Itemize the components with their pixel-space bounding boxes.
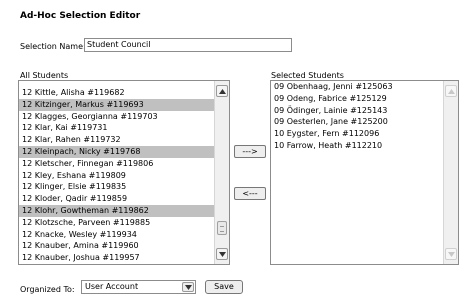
organized-to-select[interactable]: User Account — [81, 280, 196, 294]
list-item[interactable]: 12 Kley, Eshana #119809 — [19, 170, 214, 182]
chevron-down-icon — [219, 252, 226, 257]
list-item[interactable]: 12 Klar, Kai #119731 — [19, 122, 214, 134]
list-item[interactable]: 10 Eygster, Fern #112096 — [271, 128, 443, 140]
selection-name-label: Selection Name: — [20, 42, 86, 51]
scroll-down-button[interactable] — [216, 248, 228, 260]
all-students-listbox[interactable]: 12 Kittle, Alisha #119682 12 Kitzinger, M… — [18, 80, 230, 265]
selected-students-scrollbar — [443, 81, 458, 264]
list-item[interactable]: 12 Klagges, Georgianna #119703 — [19, 111, 214, 123]
list-item[interactable]: 09 Odeng, Fabrice #125129 — [271, 93, 443, 105]
organized-to-label: Organized To: — [20, 285, 75, 294]
remove-from-selected-button[interactable]: <--- — [234, 187, 266, 200]
page-title: Ad-Hoc Selection Editor — [20, 11, 141, 21]
list-item[interactable]: 09 Ödinger, Lainie #125143 — [271, 105, 443, 117]
all-students-items: 12 Kittle, Alisha #119682 12 Kitzinger, M… — [19, 81, 214, 264]
selection-name-input[interactable]: Student Council — [84, 38, 292, 52]
selected-students-listbox[interactable]: 09 Obenhaag, Jenni #125063 09 Odeng, Fabr… — [270, 80, 459, 265]
list-item[interactable]: 10 Farrow, Heath #112210 — [271, 140, 443, 152]
add-to-selected-button[interactable]: ---> — [234, 145, 266, 158]
chevron-up-icon — [219, 89, 226, 94]
scroll-thumb[interactable] — [217, 221, 227, 235]
all-students-scrollbar[interactable] — [214, 81, 229, 264]
save-button[interactable]: Save — [205, 280, 243, 294]
all-students-label: All Students — [20, 71, 69, 80]
list-item[interactable]: 12 Kloder, Qadir #119859 — [19, 193, 214, 205]
list-item[interactable]: 12 Kitzinger, Markus #119693 — [19, 98, 214, 111]
list-item[interactable]: 12 Knauber, Joshua #119957 — [19, 252, 214, 264]
list-item[interactable]: 12 Klinger, Elsie #119835 — [19, 181, 214, 193]
selected-students-label: Selected Students — [271, 71, 344, 80]
list-item[interactable]: 12 Kleinpach, Nicky #119768 — [19, 145, 214, 158]
list-item[interactable]: 12 Knauber, Amina #119960 — [19, 240, 214, 252]
chevron-down-icon — [185, 285, 192, 290]
scroll-up-button — [445, 85, 457, 97]
dropdown-arrow[interactable] — [182, 282, 194, 292]
list-item[interactable]: 09 Obenhaag, Jenni #125063 — [271, 81, 443, 93]
scroll-down-button — [445, 248, 457, 260]
chevron-down-icon — [448, 252, 455, 257]
list-item[interactable]: 12 Knacke, Wesley #119934 — [19, 229, 214, 241]
list-item[interactable]: 12 Kittle, Alisha #119682 — [19, 87, 214, 99]
scroll-up-button[interactable] — [216, 85, 228, 97]
list-item[interactable]: 12 Kletscher, Finnegan #119806 — [19, 158, 214, 170]
list-item[interactable]: 09 Oesterlen, Jane #125200 — [271, 116, 443, 128]
chevron-up-icon — [448, 89, 455, 94]
organized-to-value: User Account — [85, 282, 139, 291]
list-item[interactable]: 12 Klotzsche, Parveen #119885 — [19, 217, 214, 229]
list-item[interactable]: 12 Klohr, Gowtheman #119862 — [19, 204, 214, 217]
selected-students-items: 09 Obenhaag, Jenni #125063 09 Odeng, Fabr… — [271, 81, 443, 152]
list-item[interactable]: 12 Klar, Rahen #119732 — [19, 134, 214, 146]
